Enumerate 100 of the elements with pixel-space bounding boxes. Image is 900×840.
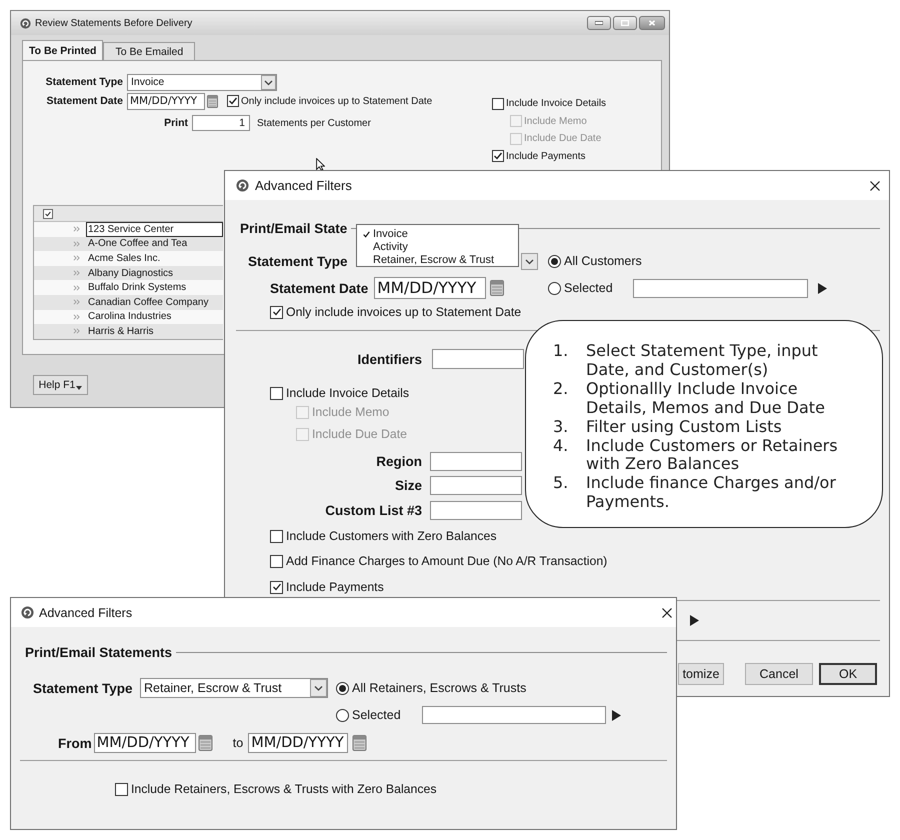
statement-type-dropdown[interactable]: Retainer, Escrow & Trust <box>140 678 328 698</box>
dialog-button[interactable]: OK <box>819 663 877 685</box>
menu-item[interactable]: Activity <box>357 240 518 254</box>
calendar-icon[interactable] <box>490 280 504 296</box>
calendar-icon[interactable] <box>198 735 213 751</box>
radio-label[interactable]: All Customers <box>564 254 642 268</box>
checkbox[interactable] <box>270 306 283 318</box>
field-label: Statement Type <box>44 76 123 88</box>
circular-arrow-icon <box>21 606 34 619</box>
close-button[interactable] <box>639 16 665 30</box>
date-field[interactable]: MM/DD/YYYY <box>248 733 348 753</box>
checkbox[interactable] <box>270 530 283 542</box>
radio-button[interactable] <box>336 708 349 722</box>
customer-name: Canadian Coffee Company <box>87 296 210 310</box>
checkbox-label[interactable]: Include Payments <box>506 150 586 162</box>
input-field[interactable] <box>430 476 522 494</box>
double-chevron-icon <box>73 299 80 306</box>
step-text: Include finance Charges and/or Payments. <box>586 474 837 512</box>
date-field[interactable]: MM/DD/YYYY <box>374 277 486 299</box>
double-chevron-icon <box>73 328 80 334</box>
maximize-icon <box>621 20 629 26</box>
radio-label[interactable]: Selected <box>564 281 613 295</box>
tab[interactable]: To Be Printed <box>22 40 104 60</box>
checkbox[interactable] <box>492 150 504 162</box>
step-number: 1. <box>553 342 570 362</box>
step-number: 5. <box>553 474 570 494</box>
statement-type-dropdown[interactable]: Invoice <box>127 74 277 90</box>
calendar-icon[interactable] <box>207 94 218 108</box>
checkbox[interactable] <box>115 782 128 796</box>
checkbox[interactable] <box>492 98 504 110</box>
list-row[interactable]: A-One Coffee and Tea <box>34 236 223 252</box>
date-field[interactable]: MM/DD/YYYY <box>94 733 196 753</box>
right-triangle-icon[interactable] <box>612 710 621 720</box>
field-label: Identifiers <box>356 352 422 366</box>
step-text: Include Customers or Retainers with Zero Balances <box>586 436 839 474</box>
caret-icon[interactable] <box>310 679 327 697</box>
minimize-icon <box>595 20 603 26</box>
maximize-button[interactable] <box>613 16 637 30</box>
field-label: Custom List #3 <box>324 502 422 518</box>
radio-button[interactable] <box>548 254 561 268</box>
radio-button[interactable] <box>548 282 561 294</box>
caret-icon <box>76 386 82 390</box>
input-field[interactable]: 1 <box>192 115 250 131</box>
date-field[interactable]: MM/DD/YYYY <box>127 92 205 110</box>
checkbox[interactable] <box>270 580 283 594</box>
customer-name: Carolina Industries <box>87 310 172 324</box>
radio-label[interactable]: All Retainers, Escrows & Trusts <box>352 681 526 695</box>
section-title: Print/Email State <box>240 220 348 236</box>
section-title: Print/Email Statements <box>25 644 172 660</box>
close-icon[interactable] <box>662 608 672 618</box>
double-chevron-icon <box>73 314 80 320</box>
checkbox[interactable] <box>270 554 283 568</box>
dialog-button[interactable]: Cancel <box>745 663 813 685</box>
minimize-button[interactable] <box>587 16 611 30</box>
radio-label[interactable]: Selected <box>352 708 401 722</box>
list-row[interactable]: Canadian Coffee Company <box>34 294 223 310</box>
list-row[interactable]: Harris & Harris <box>34 324 223 339</box>
caret-icon[interactable] <box>261 74 276 90</box>
input-field[interactable] <box>430 500 522 520</box>
step-text: Select Statement Type, input Date, and Customer(s) <box>586 342 819 380</box>
menu-item[interactable]: Retainer, Escrow & Trust <box>357 254 518 266</box>
window-title: Review Statements Before Delivery <box>35 18 192 28</box>
right-triangle-icon[interactable] <box>818 282 827 294</box>
field-label: Statement Type <box>248 254 348 268</box>
help-button[interactable]: Help F1 <box>33 375 88 395</box>
field-label: Size <box>394 478 422 492</box>
field-label: Region <box>375 454 422 468</box>
close-icon[interactable] <box>870 180 880 190</box>
checkbox[interactable] <box>270 386 283 400</box>
input-field[interactable] <box>430 452 522 470</box>
step-number: 3. <box>553 418 570 437</box>
checkbox-label[interactable]: Include Retainers, Escrows & Trusts with Zero Balances <box>131 782 436 796</box>
radio-button[interactable] <box>336 682 349 694</box>
input-field[interactable] <box>633 278 808 298</box>
checkbox-label[interactable]: Include Customers with Zero Balances <box>286 529 497 543</box>
list-row[interactable]: Albany Diagnostics <box>34 266 223 280</box>
checkbox[interactable] <box>227 95 239 107</box>
tab[interactable]: To Be Emailed <box>103 42 196 60</box>
checkbox-label[interactable]: Include Invoice Details <box>286 386 410 400</box>
calendar-icon[interactable] <box>352 735 368 751</box>
checkbox-label[interactable]: Only include invoices up to Statement Date <box>241 96 432 106</box>
caret-icon <box>521 252 538 270</box>
checkbox-label[interactable]: Include Invoice Details <box>506 98 606 110</box>
dropdown-button[interactable] <box>521 252 538 270</box>
customer-name: Buffalo Drink Systems <box>87 281 188 295</box>
menu-item[interactable]: Invoice <box>357 228 518 241</box>
checkbox-label[interactable]: Only include invoices up to Statement Date <box>286 305 522 319</box>
double-chevron-icon <box>73 284 80 291</box>
double-chevron-icon <box>73 270 80 276</box>
input-field[interactable] <box>422 706 606 724</box>
checkbox-label[interactable]: Include Payments <box>286 580 384 594</box>
field-label: From <box>58 736 92 750</box>
step-number: 2. <box>553 380 570 400</box>
input-field[interactable] <box>432 349 524 369</box>
checkbox[interactable] <box>43 208 53 218</box>
dialog-button[interactable]: tomize <box>678 663 724 685</box>
right-triangle-icon[interactable] <box>690 614 699 626</box>
customer-name: A-One Coffee and Tea <box>87 237 188 252</box>
checkbox-label[interactable]: Add Finance Charges to Amount Due (No A/R Transaction) <box>286 554 608 568</box>
customer-name: Albany Diagnostics <box>87 266 174 280</box>
